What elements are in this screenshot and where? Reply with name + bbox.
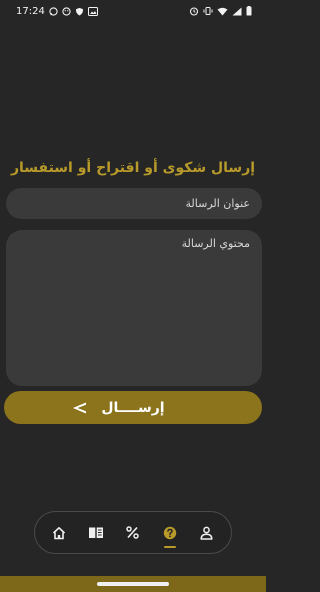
nav-item-book[interactable] bbox=[80, 517, 112, 549]
nav-item-help[interactable] bbox=[154, 517, 186, 549]
send-arrow-icon bbox=[72, 400, 88, 419]
signal-icon bbox=[232, 7, 242, 16]
book-icon bbox=[88, 526, 104, 539]
home-icon bbox=[52, 526, 66, 540]
home-indicator[interactable] bbox=[97, 582, 169, 586]
wifi-icon bbox=[217, 7, 228, 16]
whatsapp-icon bbox=[49, 6, 58, 16]
profile-icon bbox=[200, 526, 213, 540]
vibrate-icon bbox=[203, 6, 213, 16]
emoji-icon bbox=[62, 6, 71, 16]
status-right bbox=[189, 6, 252, 16]
nav-item-home[interactable] bbox=[43, 517, 75, 549]
nav-item-discounts[interactable] bbox=[117, 517, 149, 549]
message-textarea[interactable] bbox=[6, 230, 262, 386]
shield-icon bbox=[75, 7, 84, 16]
send-button[interactable]: إرســــال bbox=[4, 391, 262, 424]
alarm-icon bbox=[189, 6, 199, 16]
help-icon bbox=[163, 526, 177, 540]
gallery-icon bbox=[87, 6, 98, 16]
page-title: إرسال شكوى أو اقتراح أو استفسار bbox=[10, 160, 256, 176]
send-button-label: إرســــال bbox=[101, 399, 165, 416]
battery-icon bbox=[246, 6, 252, 16]
active-tab-indicator bbox=[163, 545, 176, 548]
status-bar: 17:24 bbox=[0, 0, 266, 22]
status-time: 17:24 bbox=[16, 5, 45, 17]
bottom-nav bbox=[34, 511, 232, 554]
subject-input[interactable] bbox=[6, 188, 262, 219]
status-left: 17:24 bbox=[16, 6, 98, 17]
percent-icon bbox=[126, 526, 140, 539]
nav-item-profile[interactable] bbox=[191, 517, 223, 549]
